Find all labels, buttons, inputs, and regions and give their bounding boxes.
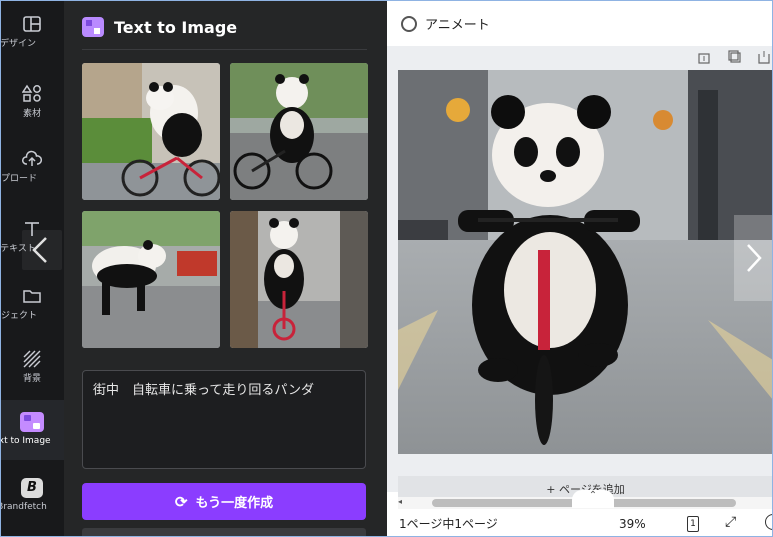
- window-frame: [0, 0, 773, 537]
